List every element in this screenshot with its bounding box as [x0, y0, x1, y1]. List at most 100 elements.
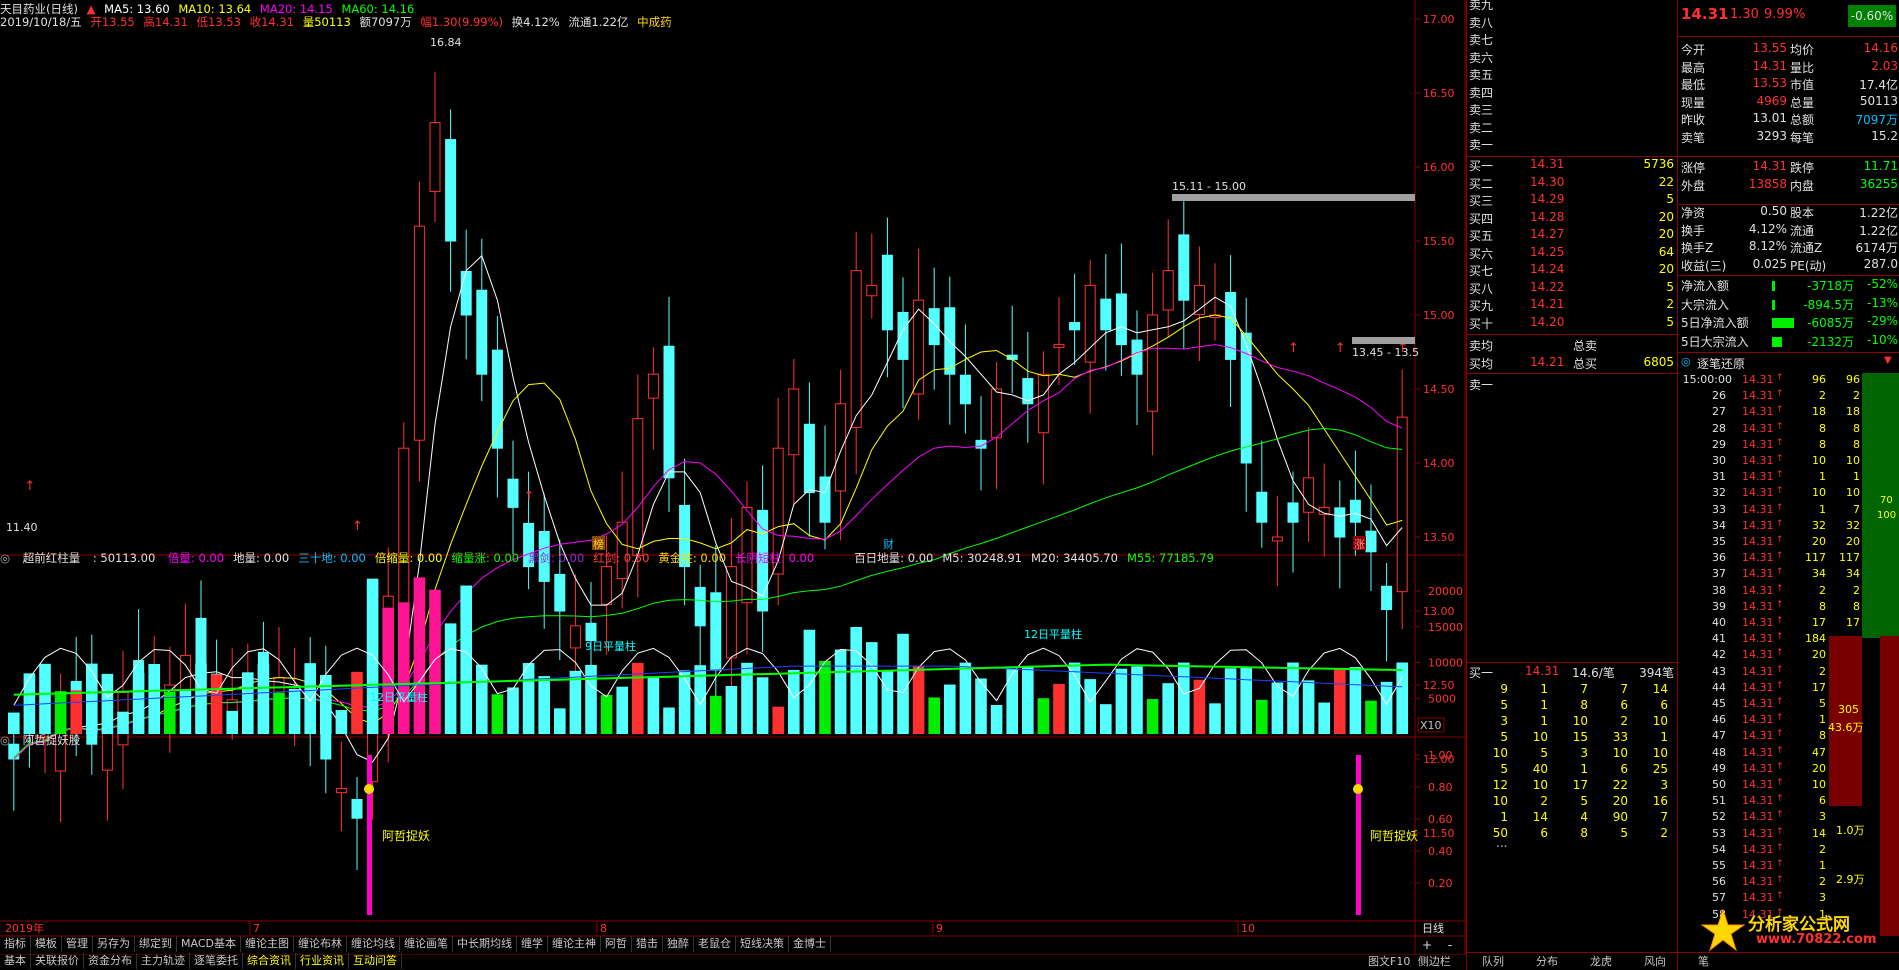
volume-bar [725, 685, 738, 734]
sidebar-link[interactable]: 侧边栏 [1418, 955, 1451, 968]
kline-chart[interactable]: 17.00 16.50 16.00 15.50 15.00 14.50 14.00 13.50… [0, 0, 1470, 955]
toolbar-button[interactable]: 指标 [0, 936, 31, 952]
toolbar-button[interactable]: 逐笔委托 [190, 953, 243, 969]
toolbar-button[interactable]: 综合资讯 [243, 953, 296, 969]
buy-level-label: 买八 [1469, 281, 1494, 296]
volume-bar [8, 712, 20, 734]
toolbar-button[interactable]: 模板 [31, 936, 62, 952]
tick-side-amount: 43.6万 [1828, 721, 1864, 734]
toolbar-button[interactable]: 缠论画笔 [400, 936, 453, 952]
tab-4[interactable]: 笔 [1698, 954, 1709, 970]
volume-bar [678, 670, 691, 734]
toolbar-button[interactable]: 缠论布林 [294, 936, 347, 952]
tab-3[interactable]: 风向 [1644, 954, 1666, 970]
buy-level-price: 14.30 [1530, 174, 1565, 189]
toolbar-button[interactable]: 缠论主神 [548, 936, 601, 952]
sell-level-label: 卖二 [1469, 120, 1494, 135]
tick-direction-icon: ↑ [1776, 842, 1784, 853]
buy-level-price: 14.29 [1530, 192, 1565, 206]
volume-bar [1022, 666, 1034, 734]
price-tick: 13.00 [1423, 605, 1455, 618]
quote-value: 14.31 [1752, 58, 1787, 73]
f10-link[interactable]: 图文F10 [1368, 955, 1410, 968]
tick-panel-title[interactable]: 逐笔还原 [1697, 355, 1745, 372]
vol-tick: 20000 [1428, 585, 1463, 598]
tick-volume: 1 [1819, 713, 1826, 727]
quote-label: 流通 [1790, 223, 1815, 238]
queue-cell: 40 [1532, 762, 1548, 776]
volume-bar [522, 663, 535, 734]
tick-price: 14.31 [1742, 826, 1774, 840]
toolbar-button[interactable]: 关联报价 [31, 953, 84, 969]
toolbar-button[interactable]: 老鼠仓 [694, 936, 736, 952]
tick-direction-icon: ↑ [1776, 664, 1784, 675]
toolbar-button[interactable]: 缠论均线 [347, 936, 400, 952]
toolbar-button[interactable]: 短线决策 [736, 936, 789, 952]
marker-zhang[interactable]: 涨 [1354, 538, 1365, 551]
quote-label: 最高 [1681, 60, 1706, 75]
volume-bar [803, 629, 816, 734]
buy-level-label: 买三 [1469, 194, 1494, 208]
toolbar-button[interactable]: 另存为 [93, 936, 135, 952]
quote-label: 总量 [1790, 95, 1815, 110]
quote-label: 市值 [1790, 78, 1815, 92]
tick-time: 53 [1712, 826, 1726, 840]
tick-time: 43 [1712, 664, 1726, 678]
toolbar-button[interactable]: 独醉 [663, 936, 694, 952]
volume-bar [117, 711, 129, 734]
tick-direction-icon: ↑ [1776, 437, 1784, 448]
candle [959, 374, 971, 405]
signal-indicator-name[interactable]: 阿哲捉妖股 [23, 733, 81, 747]
collapse-icon[interactable]: ◎ [0, 551, 10, 565]
tick-direction-icon: ↑ [1776, 583, 1784, 594]
tick-volume: 17 [1812, 616, 1826, 629]
tab-1[interactable]: 分布 [1536, 954, 1558, 970]
buy-level-price: 14.27 [1530, 227, 1565, 241]
volume-bar [1006, 669, 1018, 734]
tick-direction-icon: ↑ [1776, 826, 1784, 837]
toolbar-button[interactable]: 猎击 [632, 936, 663, 952]
collapse-icon[interactable]: ◎ [0, 733, 10, 747]
toolbar-button[interactable]: 中长期均线 [453, 936, 517, 952]
buy-level-label: 买四 [1469, 211, 1494, 226]
toolbar-button[interactable]: 绑定到 [135, 936, 177, 952]
toolbar-button[interactable]: 缠学 [517, 936, 548, 952]
queue-cell: 6 [1620, 698, 1628, 712]
toolbar-button[interactable]: MACD基本 [177, 936, 241, 952]
toolbar-button[interactable]: 金博士 [789, 936, 831, 952]
marker-bang[interactable]: 榜 [593, 537, 604, 551]
volume-bar [834, 649, 847, 734]
tab-0[interactable]: 队列 [1482, 954, 1504, 970]
tick-cum-volume: 8 [1853, 437, 1860, 451]
index-change-box[interactable]: -0.60% [1848, 5, 1896, 27]
toolbar-button[interactable]: 互动问答 [349, 953, 402, 969]
toolbar-button[interactable]: 管理 [62, 936, 93, 952]
candle [1334, 507, 1346, 538]
zoom-out-button[interactable]: - [1448, 938, 1452, 952]
buy-level-label: 买九 [1469, 299, 1494, 313]
vol-indicator-name[interactable]: 超前红柱量 [23, 551, 81, 565]
toolbar-button[interactable]: 缠论主图 [241, 936, 294, 952]
zoom-in-button[interactable]: + [1422, 938, 1432, 952]
toolbar-button[interactable]: 阿哲 [601, 936, 632, 952]
queue-cell: 5 [1580, 794, 1588, 808]
volume-bar [959, 662, 972, 734]
tick-price: 14.31 [1742, 859, 1774, 872]
tick-panel-dropdown-icon[interactable]: ▼ [1884, 355, 1892, 366]
vol-indicator-item: 缩量涨: 0.00 [451, 551, 520, 565]
volume-bar [1240, 666, 1252, 734]
candle [413, 225, 425, 441]
vol-indicator-item: 三十地: 0.00 [298, 551, 366, 565]
tab-2[interactable]: 龙虎 [1590, 954, 1612, 970]
marker-cai[interactable]: 财 [883, 537, 894, 551]
quote-label: 每笔 [1790, 130, 1815, 145]
buy-arrow-icon: ↑ [352, 519, 363, 534]
buy-arrow-icon: ↑ [524, 489, 535, 504]
queue-cell: 10 [1532, 730, 1548, 744]
toolbar-button[interactable]: 资金分布 [84, 953, 137, 969]
toolbar-button[interactable]: 主力轨迹 [137, 953, 190, 969]
x10-label[interactable]: X10 [1420, 719, 1442, 732]
toolbar-button[interactable]: 基本 [0, 953, 31, 969]
toolbar-button[interactable]: 行业资讯 [296, 953, 349, 969]
period-label[interactable]: 日线 [1422, 921, 1444, 935]
